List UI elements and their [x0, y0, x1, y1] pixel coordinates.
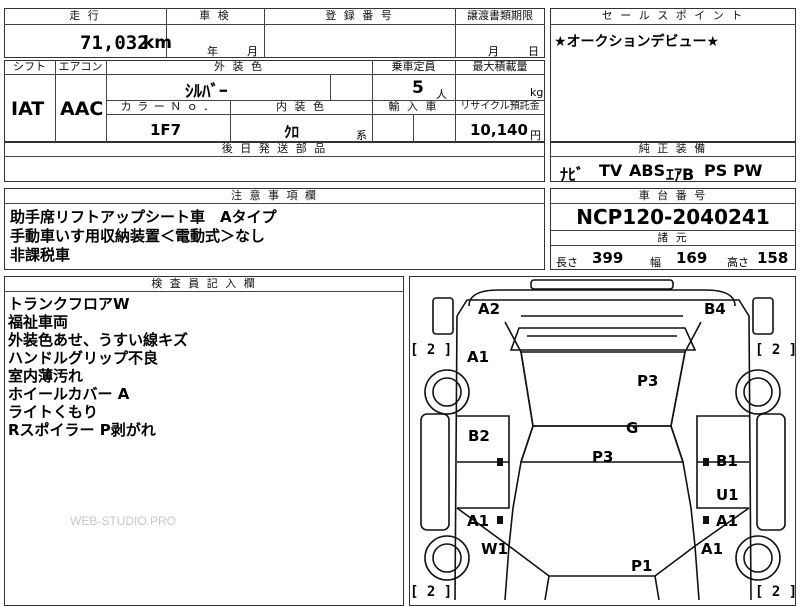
equipment-item: ｴｱB [666, 165, 695, 184]
capacity-header: 乗車定員 [391, 60, 436, 73]
inspector-line: 外装色あせ、うすい線キズ [8, 331, 189, 349]
equipment-item: PS [704, 161, 728, 180]
chassis-divider-3 [550, 245, 796, 246]
recycle-unit: 円 [530, 129, 541, 142]
inspector-header: 検 査 員 記 入 欄 [151, 277, 257, 290]
sales-point-divider [550, 24, 796, 25]
damage-label: A1 [467, 512, 490, 530]
inspector-line: トランクフロアW [8, 295, 130, 313]
mileage-value: 71,032 [80, 32, 149, 54]
damage-label: U1 [716, 486, 739, 504]
inspector-line: ハンドルグリップ不良 [8, 349, 159, 367]
inspection-year-label: 年 [207, 45, 218, 58]
interior-color-value: ｸﾛ [284, 123, 300, 141]
specs-header-divider-1 [4, 74, 545, 75]
inspector-divider [4, 291, 404, 292]
equipment-item: ﾅﾋﾞ [560, 165, 585, 184]
exterior-color-header: 外 装 色 [214, 60, 264, 73]
note-line: 助手席リフトアップシート車 Aタイプ [10, 208, 277, 226]
inspector-line: ライトくもり [8, 403, 99, 421]
inspector-line: 福祉車両 [8, 313, 69, 331]
color-no-value: 1F7 [150, 121, 182, 139]
equipment-item: ABS [629, 161, 666, 180]
chassis-header: 車 台 番 号 [638, 189, 708, 202]
recycle-value: 10,140 [470, 121, 528, 139]
notes-header: 注 意 事 項 欄 [231, 189, 318, 202]
specs-v-3 [330, 74, 331, 100]
tire-bracket: [ 2 ] [755, 342, 798, 358]
damage-label: A1 [467, 348, 490, 366]
exterior-color-value: ｼﾙﾊﾞｰ [185, 82, 228, 102]
sales-point-box [550, 8, 796, 142]
chassis-number: NCP120-2040241 [576, 205, 770, 229]
equipment-item: TV [599, 161, 623, 180]
equipment-item: PW [733, 161, 763, 180]
damage-label: P3 [592, 448, 614, 466]
import-header: 輸 入 車 [388, 100, 439, 113]
inspector-line: ホイールカバー A [8, 385, 130, 403]
dimensions-header: 諸 元 [657, 231, 689, 244]
interior-color-suffix: 系 [356, 129, 367, 142]
transfer-month-label: 月 [488, 45, 499, 58]
sales-point-header: セ ー ル ス ポ イ ン ト [601, 9, 745, 22]
width-value: 169 [676, 249, 708, 267]
specs-v-7 [413, 114, 414, 142]
genuine-equipment-header: 純 正 装 備 [638, 142, 708, 155]
damage-label: B2 [468, 427, 490, 445]
note-line: 手動車いす用収納装置＜電動式＞なし [10, 227, 266, 245]
mileage-unit: km [143, 33, 173, 53]
inspector-line: Rスポイラー P剥がれ [8, 421, 156, 439]
damage-label: P3 [637, 372, 659, 390]
capacity-value: 5 [412, 78, 424, 98]
watermark: WEB-STUDIO.PRO [70, 514, 177, 528]
tire-bracket: [ 2 ] [755, 584, 798, 600]
later-parts-header: 後 日 発 送 部 品 [221, 142, 328, 155]
mileage-header: 走 行 [69, 9, 101, 22]
tire-bracket: [ 2 ] [410, 342, 453, 358]
notes-divider [4, 203, 545, 204]
color-no-header: カ ラ ー Ｎ ｏ ． [120, 100, 216, 113]
inspector-line: 室内薄汚れ [8, 367, 84, 385]
length-label: 長さ [556, 256, 578, 269]
transfer-deadline-header: 譲渡書類期限 [467, 9, 533, 22]
genuine-equipment-divider [550, 156, 796, 157]
specs-header-divider-2 [106, 114, 545, 115]
width-label: 幅 [650, 256, 661, 269]
damage-label: W1 [481, 540, 508, 558]
recycle-header: リサイクル預託金 [460, 101, 540, 112]
aircon-header: エアコン [58, 60, 103, 73]
max-load-unit: kg [530, 86, 544, 99]
height-label: 高さ [727, 256, 749, 269]
damage-label: A2 [478, 300, 501, 318]
inspection-month-label: 月 [247, 45, 258, 58]
damage-label: G [626, 419, 639, 437]
damage-label: A1 [701, 540, 724, 558]
top-header-divider [4, 24, 545, 25]
transfer-day-label: 日 [528, 45, 539, 58]
shift-value: IAT [11, 98, 45, 120]
damage-label: A1 [716, 512, 739, 530]
damage-label: B4 [704, 300, 726, 318]
aircon-value: AAC [60, 98, 104, 120]
max-load-header: 最大積載量 [472, 60, 528, 73]
sales-point-text: ★オークションデビュー★ [554, 34, 720, 50]
damage-label: P1 [631, 557, 653, 575]
tire-bracket: [ 2 ] [410, 584, 453, 600]
shift-header: シフト [13, 60, 46, 73]
registration-number-header: 登 録 番 号 [325, 9, 394, 22]
note-line: 非課税車 [10, 246, 71, 264]
height-value: 158 [757, 249, 789, 267]
length-value: 399 [592, 249, 624, 267]
later-parts-divider [4, 156, 545, 157]
damage-label: B1 [716, 452, 738, 470]
chassis-divider-1 [550, 203, 796, 204]
inspection-header: 車 検 [199, 9, 231, 22]
interior-color-header: 内 装 色 [276, 100, 326, 113]
